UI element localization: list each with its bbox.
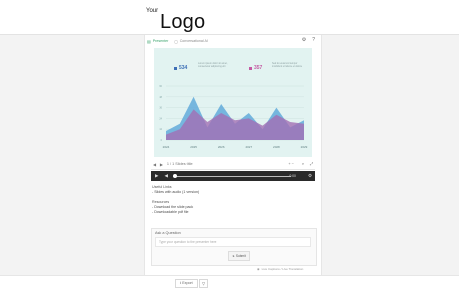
settings-icon-player[interactable]: ⚙ — [308, 173, 312, 179]
play-icon[interactable]: ▶ — [155, 173, 158, 179]
slide-controls: ◀ ▶ 1 / 1 Slides title + − ⌕ ⤢ — [151, 159, 315, 170]
volume-icon[interactable]: ◀ — [164, 173, 167, 179]
y-tick-label: 36 — [159, 107, 162, 110]
link-item[interactable]: - Slides with audio (1 version) — [152, 190, 199, 195]
presentation-icon: ▤ — [147, 38, 151, 44]
controls-divider — [151, 169, 315, 170]
audio-player: ▶ ◀ 0:00 ⚙ — [151, 171, 315, 181]
info-section: Useful Links - Slides with audio (1 vers… — [152, 185, 199, 215]
logo: Logo — [160, 11, 206, 33]
settings-icon[interactable]: ⚙ — [302, 37, 306, 43]
playback-thumb[interactable] — [173, 174, 177, 178]
dropdown-icon[interactable]: ▽ — [199, 279, 208, 288]
x-tick-label: 2024 — [163, 145, 170, 149]
area-chart: 60 48 36 24 12 02024 2025 2026 2027 2028 2029 — [159, 85, 308, 149]
next-slide-icon[interactable]: ▶ — [160, 162, 163, 167]
captions-note: ◉ Live Captions / Live Translation — [257, 267, 303, 271]
x-tick-label: 2029 — [301, 145, 308, 149]
bottom-bar: ⭳ Export ▽ — [0, 275, 459, 289]
captions-label: Live Captions / Live Translation — [261, 267, 304, 271]
export-label: Export — [182, 281, 193, 285]
help-icon[interactable]: ? — [312, 37, 315, 43]
export-button[interactable]: ⭳ Export — [175, 279, 198, 288]
submit-label: Submit — [235, 254, 246, 258]
tab-conversational-ai[interactable]: ◻ Conversational AI — [174, 39, 208, 44]
chat-icon: ◻ — [174, 38, 178, 44]
prev-slide-icon[interactable]: ◀ — [153, 162, 156, 167]
playback-track[interactable] — [173, 175, 291, 177]
tab-conversational-ai-label: Conversational AI — [179, 39, 208, 43]
y-tick-label: 0 — [161, 139, 163, 142]
logo-your: Your — [146, 8, 159, 14]
x-tick-label: 2025 — [190, 145, 197, 149]
x-tick-label: 2027 — [245, 145, 252, 149]
presentation-panel: ▤ Presenter ◻ Conversational AI ⚙ ? 534 … — [144, 35, 322, 275]
y-tick-label: 12 — [159, 128, 162, 131]
send-icon: ➤ — [232, 254, 235, 258]
tab-tools: ⚙ ? — [302, 37, 315, 43]
slide-visual: 534 Lorem ipsum dolor sit amet, consecte… — [154, 48, 312, 157]
y-tick-label: 60 — [159, 85, 162, 88]
fullscreen-icon[interactable]: ⤢ — [310, 162, 313, 166]
tab-bar: ▤ Presenter ◻ Conversational AI — [147, 36, 208, 46]
tab-presenter-label: Presenter — [152, 39, 169, 43]
x-tick-label: 2026 — [218, 145, 225, 149]
submit-button[interactable]: ➤ Submit — [228, 251, 250, 261]
slide-title: 1 / 1 Slides title — [166, 162, 193, 166]
y-tick-label: 48 — [159, 96, 162, 99]
question-input[interactable]: Type your question to the presenter here — [155, 237, 311, 247]
ask-question-box: Ask a Question Type your question to the… — [151, 228, 317, 266]
resource-item[interactable]: - Downloadable pdf file — [152, 210, 199, 215]
header: Your Logo — [0, 0, 459, 35]
zoom-control[interactable]: + − — [288, 162, 294, 166]
x-tick-label: 2028 — [273, 145, 280, 149]
captions-icon: ◉ — [257, 267, 260, 271]
ask-question-title: Ask a Question — [155, 231, 181, 235]
search-icon[interactable]: ⌕ — [302, 162, 304, 166]
tab-presenter[interactable]: ▤ Presenter — [147, 39, 168, 44]
y-tick-label: 24 — [159, 117, 162, 120]
